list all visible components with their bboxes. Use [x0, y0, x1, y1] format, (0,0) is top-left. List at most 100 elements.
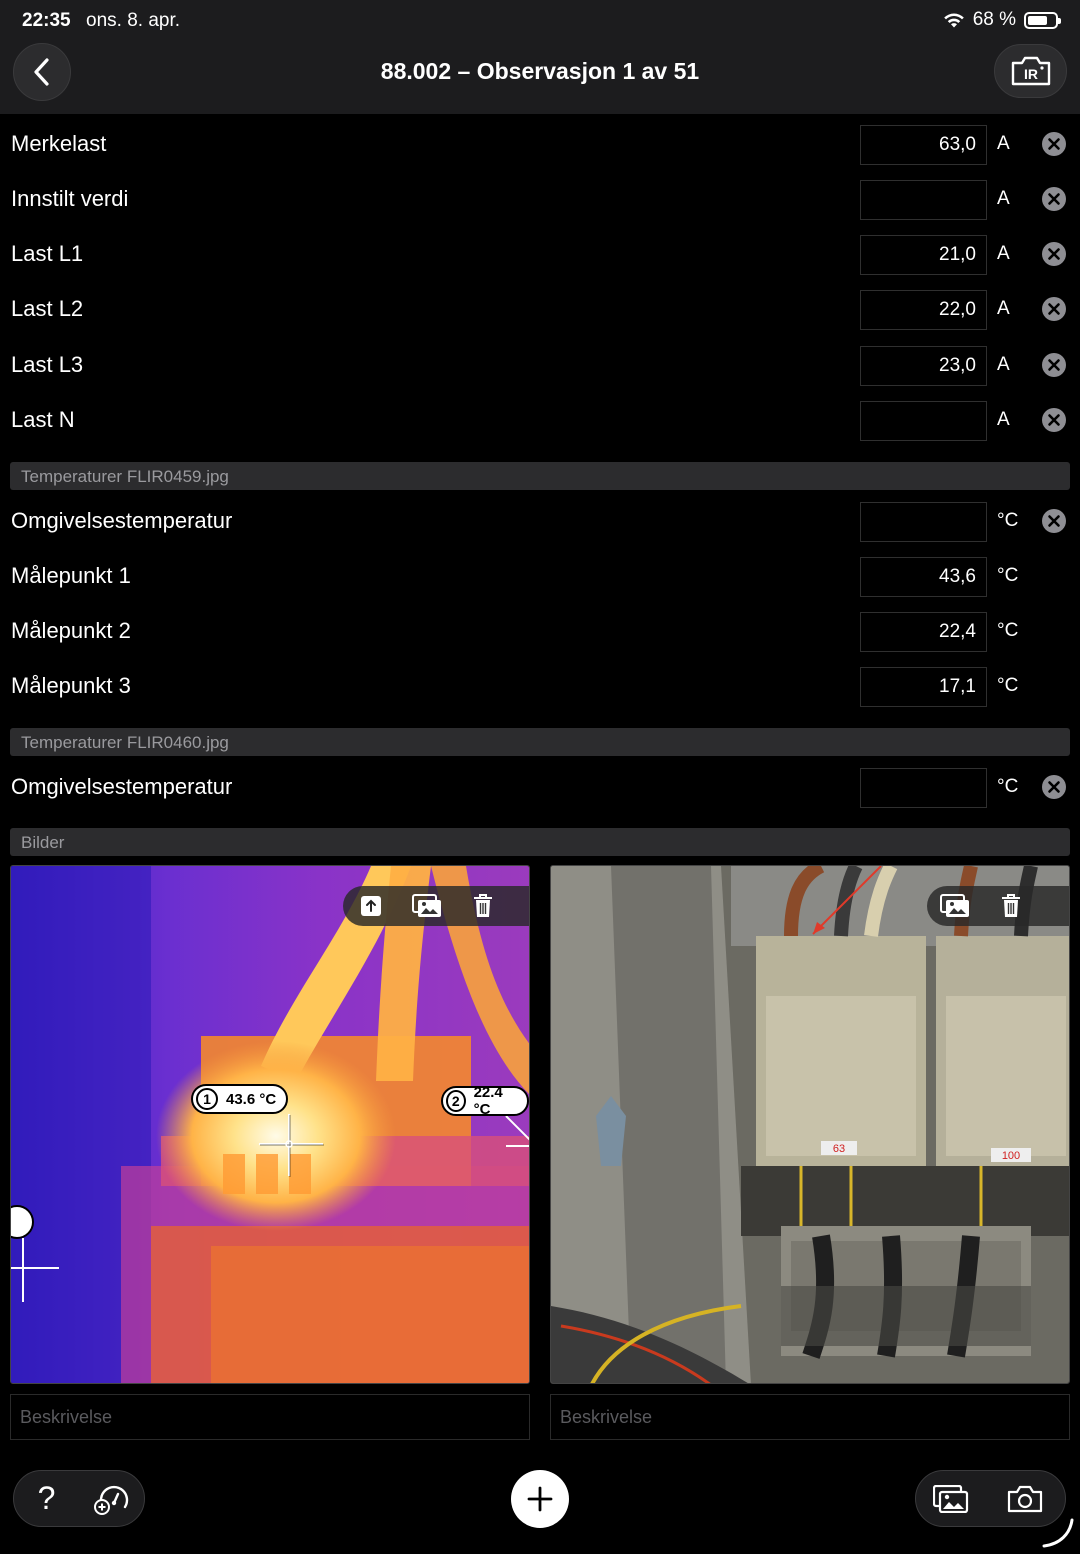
malepunkt-2-input[interactable] [860, 612, 987, 652]
field-label: Merkelast [11, 131, 107, 156]
unit-label: °C [997, 510, 1019, 531]
description-input-right[interactable] [550, 1394, 1070, 1440]
clear-icon[interactable] [1041, 296, 1067, 322]
wifi-icon [943, 13, 964, 27]
malepunkt-1-input[interactable] [860, 557, 987, 597]
add-button[interactable] [511, 1470, 569, 1528]
field-label: Omgivelsestemperatur [11, 774, 233, 799]
unit-label: A [997, 243, 1010, 264]
status-indicators: 68 % [943, 9, 1061, 31]
omgivelsestemperatur-2-input[interactable] [860, 768, 987, 808]
help-button[interactable]: ? [14, 1470, 79, 1527]
trash-icon [1002, 894, 1020, 917]
section-title: Bilder [21, 833, 65, 852]
section-title: Temperaturer FLIR0460.jpg [21, 733, 229, 752]
field-row-last-l2: Last L2 A [0, 282, 1080, 337]
last-l1-input[interactable] [860, 235, 987, 275]
svg-text:63: 63 [833, 1143, 845, 1155]
gallery-button[interactable] [399, 886, 455, 926]
unit-label: A [997, 188, 1010, 209]
field-label: Last L1 [11, 241, 84, 266]
last-n-input[interactable] [860, 401, 987, 441]
field-row-merkelast: Merkelast A [0, 117, 1080, 172]
clear-icon[interactable] [1041, 774, 1067, 800]
gallery-button[interactable] [927, 886, 983, 926]
svg-text:IR: IR [1024, 66, 1038, 82]
field-label: Last L2 [11, 296, 84, 321]
section-header-flir0459: Temperaturer FLIR0459.jpg [10, 462, 1070, 490]
gallery-icon [412, 894, 441, 917]
status-time: 22:35 [22, 10, 71, 31]
photo-image-toolbar [927, 886, 1069, 926]
unit-label: A [997, 133, 1010, 154]
measurement-marker-2[interactable]: 2 22.4 °C [441, 1084, 529, 1118]
description-input-left[interactable] [10, 1394, 530, 1440]
field-label: Målepunkt 2 [11, 618, 131, 643]
thermal-photo [11, 866, 529, 1383]
field-row-omgivelsestemperatur: Omgivelsestemperatur °C [0, 494, 1080, 549]
upload-button[interactable] [343, 886, 399, 926]
section-title: Temperaturer FLIR0459.jpg [21, 467, 229, 486]
last-l2-input[interactable] [860, 290, 987, 330]
field-label: Innstilt verdi [11, 186, 129, 211]
clear-icon[interactable] [1041, 508, 1067, 534]
unit-label: °C [997, 776, 1019, 797]
marker-number: 2 [446, 1090, 466, 1112]
field-row-last-l1: Last L1 A [0, 227, 1080, 282]
field-row-malepunkt-1: Målepunkt 1 °C [0, 549, 1080, 604]
clear-icon[interactable] [1041, 352, 1067, 378]
marker-number: 1 [196, 1088, 218, 1110]
status-date: ons. 8. apr. [86, 10, 181, 31]
battery-percent: 68 % [972, 9, 1016, 30]
malepunkt-3-input[interactable] [860, 667, 987, 707]
photo-image[interactable]: 63 100 [550, 865, 1070, 1384]
bottom-left-actions: ? [13, 1470, 145, 1527]
field-label: Målepunkt 1 [11, 563, 131, 588]
delete-button[interactable] [455, 886, 511, 926]
merkelast-input[interactable] [860, 125, 987, 165]
marker-temperature: 22.4 °C [473, 1084, 503, 1118]
svg-text:100: 100 [1002, 1150, 1020, 1162]
home-indicator-corner-icon [1042, 1518, 1074, 1548]
field-row-omgivelsestemperatur-2: Omgivelsestemperatur °C [0, 760, 1080, 815]
field-row-malepunkt-3: Målepunkt 3 °C [0, 659, 1080, 714]
trash-icon [474, 894, 492, 917]
field-label: Last N [11, 407, 75, 432]
field-row-last-l3: Last L3 A [0, 338, 1080, 393]
last-l3-input[interactable] [860, 346, 987, 386]
unit-label: °C [997, 675, 1019, 696]
unit-label: A [997, 298, 1010, 319]
delete-button[interactable] [983, 886, 1039, 926]
clear-icon[interactable] [1041, 186, 1067, 212]
field-label: Last L3 [11, 352, 84, 377]
omgivelsestemperatur-input[interactable] [860, 502, 987, 542]
page-title: 88.002 – Observasjon 1 av 51 [380, 58, 700, 84]
field-row-last-n: Last N A [0, 393, 1080, 448]
ir-camera-button[interactable]: IR [994, 44, 1067, 98]
clear-icon[interactable] [1041, 131, 1067, 157]
section-header-bilder: Bilder [10, 828, 1070, 856]
add-measurement-button[interactable] [79, 1470, 144, 1527]
upload-icon [361, 896, 381, 916]
field-label: Målepunkt 3 [11, 673, 131, 698]
section-header-flir0460: Temperaturer FLIR0460.jpg [10, 728, 1070, 756]
measurement-marker-1[interactable]: 1 43.6 °C [191, 1084, 289, 1114]
battery-icon [1024, 11, 1061, 29]
gallery-icon [940, 894, 969, 917]
camera-icon [1008, 1485, 1043, 1512]
gauge-add-icon [93, 1485, 128, 1515]
field-label: Omgivelsestemperatur [11, 508, 233, 533]
ir-camera-icon: IR [1011, 56, 1050, 86]
field-row-malepunkt-2: Målepunkt 2 °C [0, 604, 1080, 659]
top-bar: 22:35 ons. 8. apr. 68 % 88.002 – Observa… [0, 0, 1080, 114]
gallery-icon [932, 1484, 968, 1513]
innstilt-verdi-input[interactable] [860, 180, 987, 220]
clear-icon[interactable] [1041, 407, 1067, 433]
unit-label: °C [997, 565, 1019, 586]
unit-label: A [997, 354, 1010, 375]
clear-icon[interactable] [1041, 241, 1067, 267]
unit-label: °C [997, 620, 1019, 641]
thermal-image[interactable]: 1 43.6 °C 2 22.4 °C [10, 865, 530, 1384]
thermal-image-toolbar [343, 886, 529, 926]
gallery-add-button[interactable] [916, 1470, 986, 1527]
